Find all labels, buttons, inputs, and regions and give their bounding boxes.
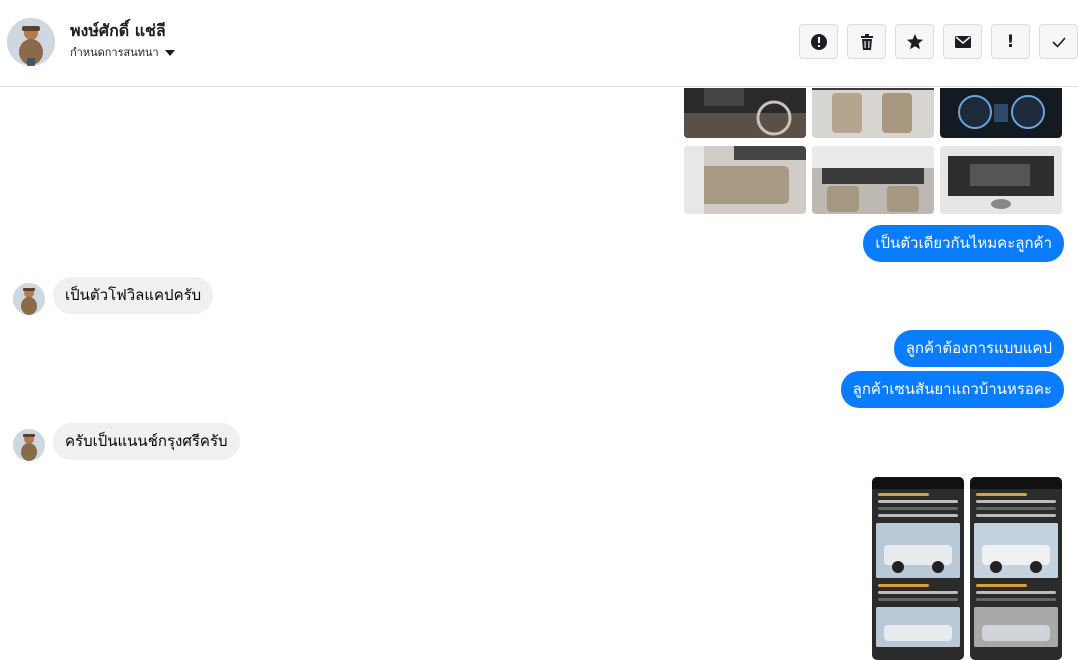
report-button[interactable] bbox=[799, 24, 838, 59]
envelope-icon bbox=[954, 35, 971, 48]
contact-avatar-small bbox=[13, 429, 45, 461]
outgoing-message[interactable]: ลูกค้าเซนสันยาแถวบ้านหรอคะ bbox=[840, 371, 1064, 408]
conversation-toolbar: ! bbox=[799, 24, 1078, 59]
contact-name[interactable]: พงษ์ศักดิ์ แช่ลี bbox=[70, 19, 166, 44]
car-photo-steering[interactable] bbox=[684, 88, 806, 138]
outgoing-message[interactable]: ลูกค้าต้องการแบบแคป bbox=[893, 330, 1064, 367]
star-icon bbox=[906, 33, 923, 49]
conversation-settings-label: กำหนดการสนทนา bbox=[70, 46, 159, 59]
incoming-message[interactable]: เป็นตัวโฟวิลแคปครับ bbox=[53, 277, 214, 314]
mark-done-button[interactable] bbox=[1039, 24, 1078, 59]
message-thread[interactable]: เป็นตัวเดียวกันไหมคะลูกค้า เป็นตัวโฟวิลแ… bbox=[0, 88, 1078, 660]
caret-down-icon bbox=[164, 49, 175, 56]
car-photo-seats-front[interactable] bbox=[812, 88, 934, 138]
outgoing-message[interactable]: เป็นตัวเดียวกันไหมคะลูกค้า bbox=[863, 225, 1064, 262]
car-photo-dashboard[interactable] bbox=[812, 146, 934, 214]
conversation-header: พงษ์ศักดิ์ แช่ลี กำหนดการสนทนา ! bbox=[0, 0, 1078, 87]
car-photo-gauges[interactable] bbox=[940, 88, 1062, 138]
incoming-message[interactable]: ครับเป็นแนนช์กรุงศรีครับ bbox=[53, 423, 240, 460]
listing-screenshot[interactable] bbox=[872, 477, 964, 660]
car-photo-engine[interactable] bbox=[940, 146, 1062, 214]
star-button[interactable] bbox=[895, 24, 934, 59]
check-icon bbox=[1051, 36, 1066, 48]
listing-screenshot[interactable] bbox=[970, 477, 1062, 660]
contact-avatar-small bbox=[13, 283, 45, 315]
conversation-settings-dropdown[interactable]: กำหนดการสนทนา bbox=[70, 43, 175, 61]
contact-avatar[interactable] bbox=[7, 18, 55, 66]
alert-circle-icon bbox=[810, 33, 827, 50]
car-photo-rear-seats[interactable] bbox=[684, 146, 806, 214]
delete-button[interactable] bbox=[847, 24, 886, 59]
trash-icon bbox=[860, 33, 873, 50]
exclamation-icon: ! bbox=[1006, 31, 1015, 52]
mark-unread-button[interactable] bbox=[943, 24, 982, 59]
priority-button[interactable]: ! bbox=[991, 24, 1030, 59]
